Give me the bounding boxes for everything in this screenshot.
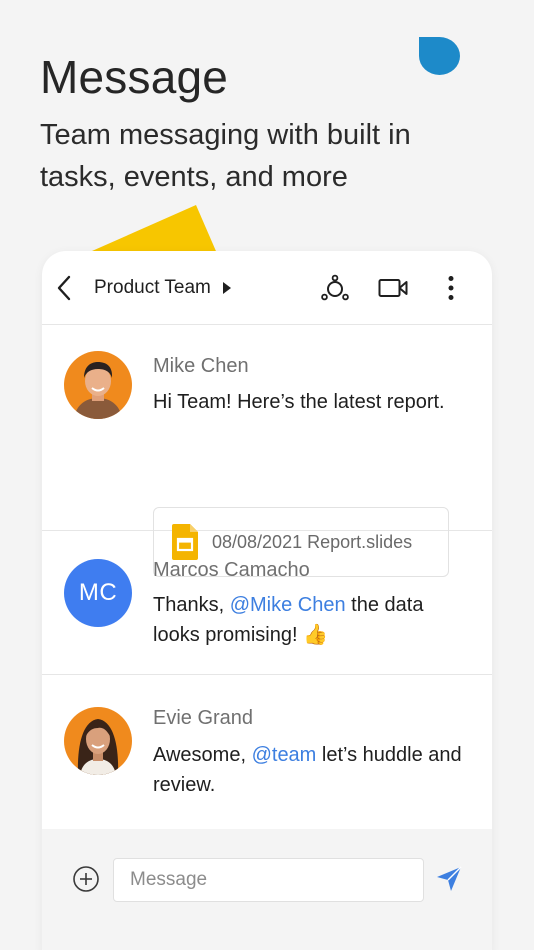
hero-subtitle: Team messaging with built in tasks, even… [40, 119, 411, 193]
chat-card: Product Team Mike Chen Hi Team! Here’s t… [42, 251, 492, 950]
plus-circle-icon [73, 866, 99, 892]
more-options-icon [448, 276, 454, 300]
message-text: Thanks, @Mike Chen the data looks promis… [153, 590, 463, 650]
message-composer [42, 829, 492, 950]
add-attachment-button[interactable] [72, 865, 100, 893]
hero-title: Message [40, 51, 229, 103]
avatar[interactable] [64, 707, 132, 775]
avatar[interactable]: MC [64, 559, 132, 627]
mention-link[interactable]: @Mike Chen [230, 594, 346, 616]
avatar[interactable] [64, 351, 132, 419]
back-icon [57, 275, 71, 300]
more-options-button[interactable] [434, 271, 468, 305]
video-call-button[interactable] [376, 271, 410, 305]
chat-header: Product Team [42, 251, 492, 325]
send-button[interactable] [434, 864, 464, 894]
avatar-initials: MC [78, 579, 118, 606]
message-text-part: Thanks, [153, 594, 230, 616]
message-item: Evie Grand Awesome, @team let’s huddle a… [42, 675, 492, 831]
message-item: Mike Chen Hi Team! Here’s the latest rep… [42, 325, 492, 577]
sender-name: Mike Chen [153, 355, 249, 377]
chat-title[interactable]: Product Team [94, 277, 211, 299]
message-text: Awesome, @team let’s huddle and review. [153, 740, 463, 800]
participants-button[interactable] [318, 271, 352, 305]
message-item: MC Marcos Camacho Thanks, @Mike Chen the… [42, 531, 492, 675]
avatar-photo-icon [64, 351, 132, 419]
sender-name: Evie Grand [153, 707, 254, 729]
avatar-photo-icon [64, 707, 132, 775]
message-text: Hi Team! Here’s the latest report. [153, 391, 445, 413]
send-icon [437, 866, 462, 891]
message-text-part: Awesome, [153, 744, 252, 766]
back-button[interactable] [56, 273, 80, 303]
message-input[interactable] [113, 858, 424, 902]
mention-link[interactable]: @team [252, 744, 317, 766]
caret-right-icon[interactable] [222, 281, 231, 294]
decorative-blue-shape [419, 37, 460, 75]
header-actions [318, 251, 468, 325]
participants-icon [321, 274, 349, 301]
video-call-icon [378, 279, 408, 297]
sender-name: Marcos Camacho [153, 559, 310, 581]
